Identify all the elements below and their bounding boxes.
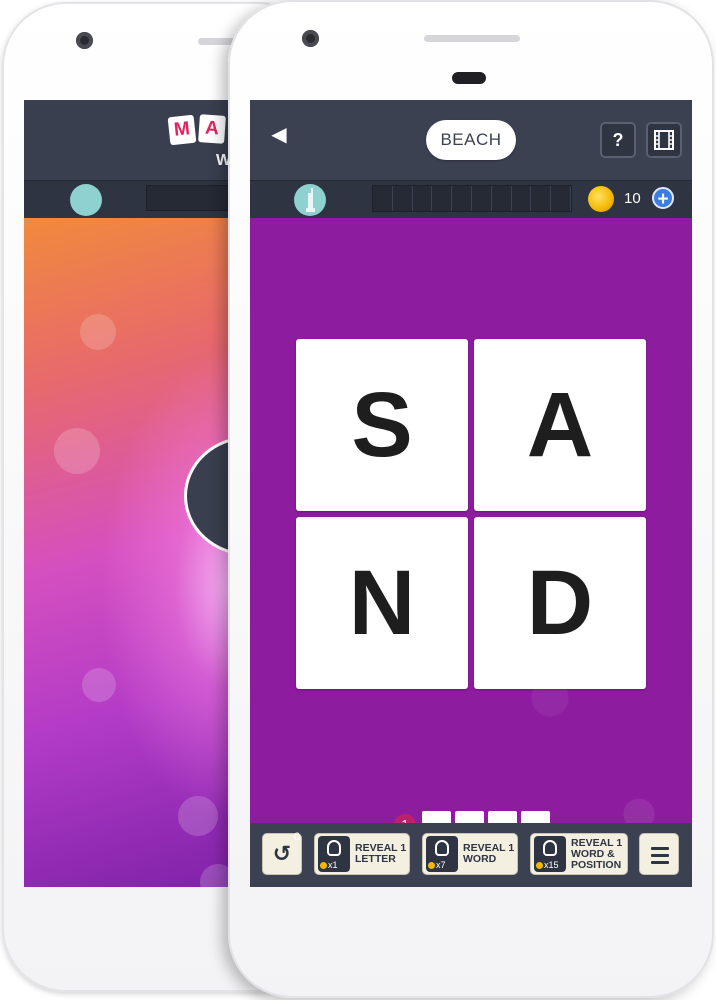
bokeh-light (54, 428, 100, 474)
status-bar: 10 + (250, 180, 692, 218)
hint-label: REVEAL 1 LETTER (355, 842, 407, 865)
video-button[interactable] (646, 122, 682, 158)
add-coins-button[interactable]: + (652, 187, 674, 210)
reveal-letter-button[interactable]: x1 REVEAL 1 LETTER (314, 833, 410, 875)
camera-icon (302, 30, 319, 47)
lightbulb-icon: x1 (318, 836, 350, 872)
progress-slot (373, 186, 393, 211)
menu-button[interactable] (639, 833, 679, 875)
top-bar: ◀ BEACH ? (250, 100, 692, 180)
category-badge: BEACH (426, 120, 516, 160)
lightbulb-icon: x15 (534, 836, 566, 872)
progress-slot (432, 186, 453, 211)
puzzle-board: S A N D 1 (250, 218, 692, 840)
progress-slot (531, 186, 552, 211)
logo-letter: A (198, 114, 226, 144)
bokeh-light (82, 668, 116, 702)
hamburger-icon (651, 847, 669, 850)
lightbulb-icon: x7 (426, 836, 458, 872)
letter-tile[interactable]: D (474, 517, 646, 689)
progress-slot (393, 186, 413, 211)
reveal-word-button[interactable]: x7 REVEAL 1 WORD (422, 833, 518, 875)
bokeh-light (178, 796, 218, 836)
hint-cost: x1 (328, 860, 338, 870)
undo-count: 0 (294, 831, 301, 843)
bokeh-light (80, 314, 116, 350)
logo-letter: M (167, 114, 197, 146)
camera-icon (76, 32, 93, 49)
level-progress-slots (372, 185, 572, 212)
letter-tile[interactable]: N (296, 517, 468, 689)
hint-label: REVEAL 1 WORD (463, 842, 515, 865)
progress-slot (413, 186, 433, 211)
progress-slot (472, 186, 492, 211)
progress-slot (551, 186, 571, 211)
coin-icon (588, 186, 614, 212)
film-icon (654, 130, 674, 150)
letter-tile[interactable]: S (296, 339, 468, 511)
help-button[interactable]: ? (600, 122, 636, 158)
hint-label: REVEAL 1 WORD & POSITION (571, 836, 623, 871)
hint-cost: x7 (436, 860, 446, 870)
hint-bar: ↺ 0 x1 REVEAL 1 LETTER x7 REVEAL 1 WORD (250, 823, 692, 887)
sensor-bar (452, 72, 486, 84)
back-progress-slots (146, 185, 236, 211)
statue-icon (70, 184, 102, 216)
progress-slot (492, 186, 512, 211)
undo-icon: ↺ (272, 841, 292, 866)
hint-cost: x15 (544, 860, 559, 870)
statue-of-liberty-icon (294, 184, 326, 216)
back-arrow-icon[interactable]: ◀ (266, 122, 292, 148)
letter-tile[interactable]: A (474, 339, 646, 511)
speaker-grille (424, 35, 520, 42)
reveal-word-position-button[interactable]: x15 REVEAL 1 WORD & POSITION (530, 833, 628, 875)
progress-slot (452, 186, 472, 211)
game-screen: ◀ BEACH ? 10 + S A N D ↺ 0 x1 REVEAL 1 L… (250, 100, 692, 887)
coin-count: 10 (624, 190, 641, 207)
progress-slot (512, 186, 532, 211)
